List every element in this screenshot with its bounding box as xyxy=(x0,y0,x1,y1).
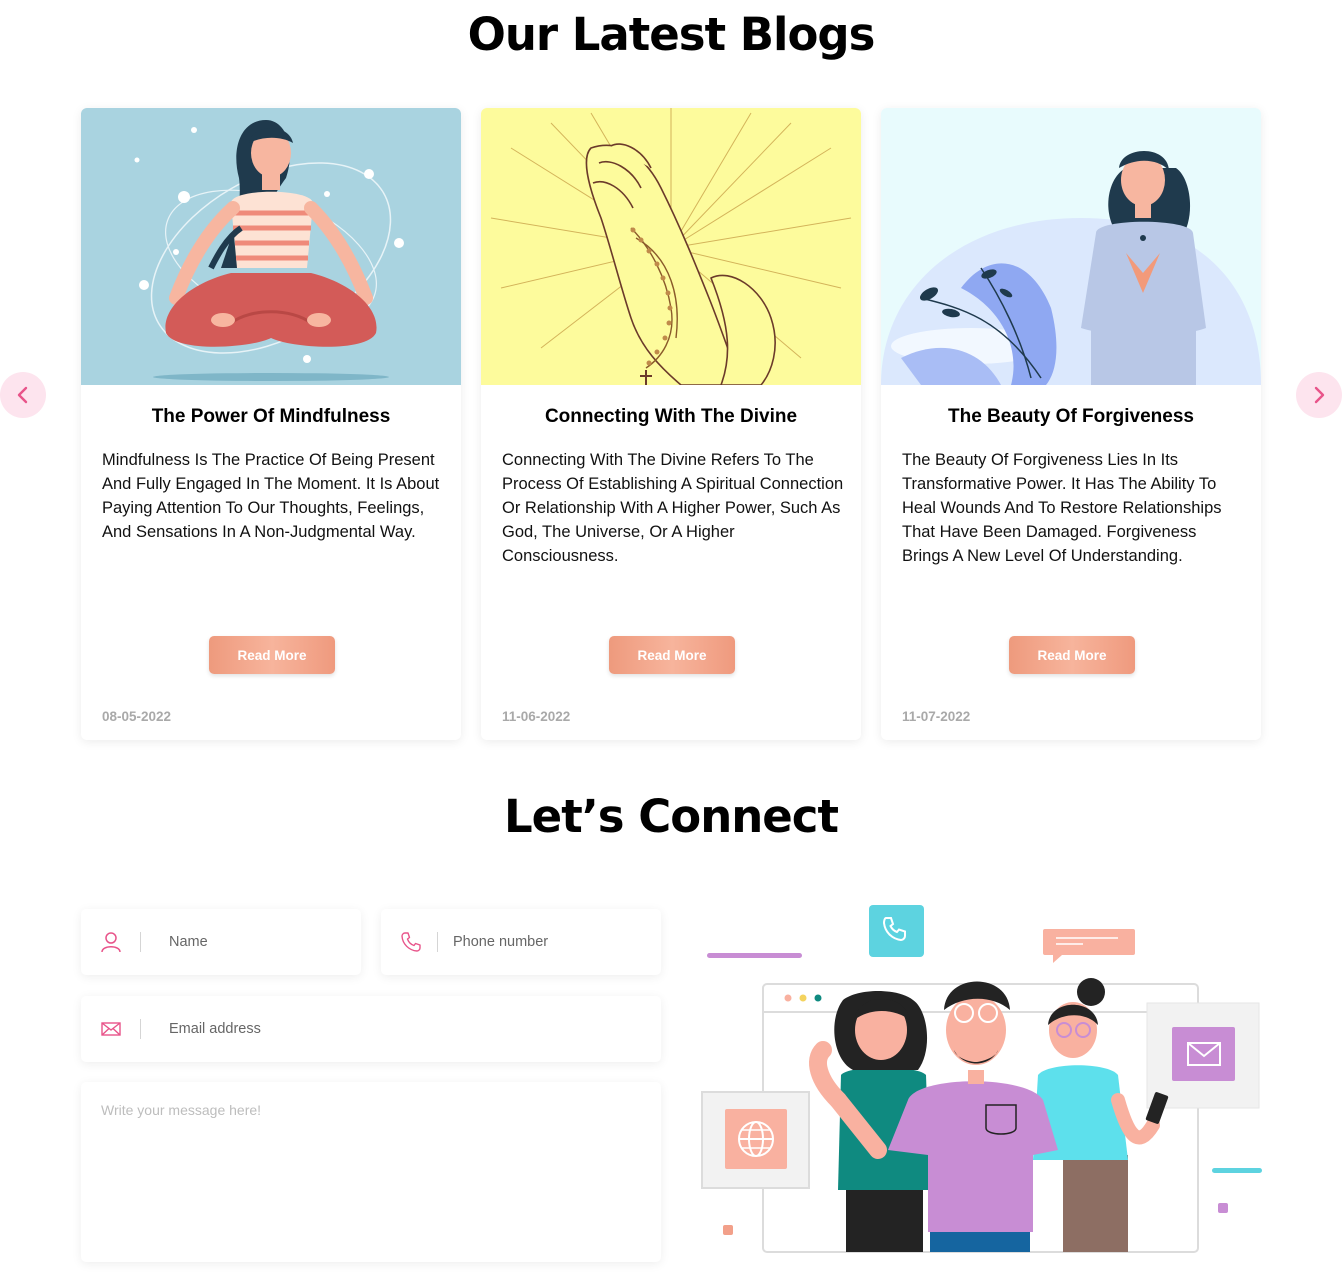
card-description: Connecting With The Divine Refers To The… xyxy=(502,451,844,565)
email-field xyxy=(81,996,661,1062)
card-date: 11-06-2022 xyxy=(502,709,571,724)
card-date: 11-07-2022 xyxy=(902,709,971,724)
meditation-illustration xyxy=(81,108,461,385)
email-input[interactable] xyxy=(169,996,649,1062)
field-divider xyxy=(437,932,438,952)
user-icon xyxy=(101,932,121,953)
read-more-button[interactable]: Read More xyxy=(1009,636,1135,674)
phone-icon xyxy=(401,932,421,952)
phone-field xyxy=(381,909,661,975)
chevron-right-icon xyxy=(1314,386,1325,404)
chat-bubble-icon xyxy=(1043,929,1135,963)
message-field xyxy=(81,1082,661,1262)
card-description: The Beauty Of Forgiveness Lies In Its Tr… xyxy=(902,451,1222,565)
read-more-button[interactable]: Read More xyxy=(209,636,335,674)
field-divider xyxy=(140,932,141,952)
card-title: Connecting With The Divine xyxy=(544,406,798,427)
envelope-icon xyxy=(101,1022,121,1036)
card-title: The Beauty Of Forgiveness xyxy=(947,406,1194,427)
team-contact-illustration xyxy=(698,900,1264,1260)
envelope-tile-icon xyxy=(1146,1002,1260,1109)
blog-card-forgiveness: The Beauty Of Forgiveness The Beauty Of … xyxy=(881,108,1261,740)
read-more-button[interactable]: Read More xyxy=(609,636,735,674)
card-date: 08-05-2022 xyxy=(102,709,172,724)
message-textarea[interactable] xyxy=(101,1102,641,1242)
blog-card-mindfulness: The Power Of Mindfulness Mindfulness Is … xyxy=(81,108,461,740)
blogs-section-title: Our Latest Blogs xyxy=(467,8,876,61)
connect-section-title: Let’s Connect xyxy=(504,790,839,843)
carousel-prev-button[interactable] xyxy=(0,372,46,418)
praying-hands-illustration xyxy=(481,108,861,385)
chevron-left-icon xyxy=(17,386,28,404)
field-divider xyxy=(140,1019,141,1039)
card-description: Mindfulness Is The Practice Of Being Pre… xyxy=(102,451,440,541)
globe-tile-icon xyxy=(701,1091,810,1189)
carousel-next-button[interactable] xyxy=(1296,372,1342,418)
card-title: The Power Of Mindfulness xyxy=(151,406,391,427)
phone-input[interactable] xyxy=(453,909,633,975)
name-input[interactable] xyxy=(169,909,349,975)
blog-card-divine: Connecting With The Divine Connecting Wi… xyxy=(481,108,861,740)
name-field xyxy=(81,909,361,975)
forgiveness-illustration xyxy=(881,108,1261,385)
phone-tile-icon xyxy=(869,905,924,957)
